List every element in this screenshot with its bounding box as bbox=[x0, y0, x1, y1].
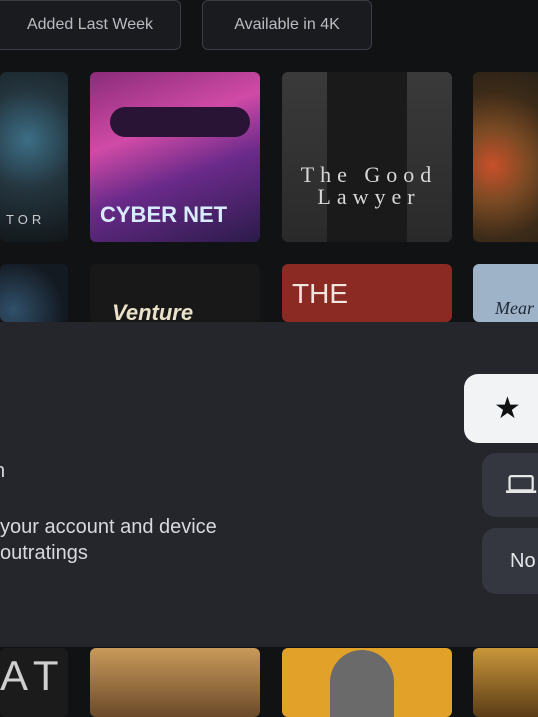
poster-title: CYBER NET bbox=[100, 202, 228, 227]
poster-row3-4[interactable] bbox=[473, 648, 538, 717]
poster-title: Venture bbox=[112, 300, 194, 322]
added-last-week-chip[interactable]: Added Last Week bbox=[0, 0, 181, 50]
description-line-1: your account and device bbox=[0, 516, 217, 538]
poster-venture[interactable]: Venture bbox=[90, 264, 260, 322]
poster-row2-1[interactable] bbox=[0, 264, 68, 322]
not-now-label: No bbox=[510, 549, 536, 572]
poster-title: THE bbox=[292, 278, 348, 309]
poster-title: AT bbox=[0, 652, 67, 699]
devices-icon bbox=[506, 475, 537, 493]
poster-art-face bbox=[330, 650, 394, 717]
poster-the[interactable]: THE bbox=[282, 264, 452, 322]
added-last-week-label: Added Last Week bbox=[26, 16, 153, 33]
poster-the-good-lawyer[interactable]: The Good Lawyer bbox=[282, 72, 452, 242]
poster-title: Mear bbox=[495, 298, 534, 318]
available-in-4k-chip[interactable]: Available in 4K bbox=[202, 0, 372, 50]
panel-title: n bbox=[0, 460, 5, 483]
poster-mear[interactable]: Mear bbox=[473, 264, 538, 322]
not-now-button[interactable]: No bbox=[482, 528, 538, 594]
poster-row3-3[interactable] bbox=[282, 648, 452, 717]
devices-button[interactable] bbox=[482, 453, 538, 517]
poster-painting[interactable] bbox=[473, 72, 538, 242]
poster-title: TOR bbox=[6, 212, 46, 227]
poster-art-glasses bbox=[110, 107, 250, 137]
panel-description: your account and device outratings bbox=[0, 514, 217, 566]
description-line-2: outratings bbox=[0, 542, 88, 564]
poster-cyber-net[interactable]: CYBER NET bbox=[90, 72, 260, 242]
poster-row3-2[interactable] bbox=[90, 648, 260, 717]
poster-art-figure bbox=[327, 72, 407, 242]
poster-tor[interactable]: TOR bbox=[0, 72, 68, 242]
poster-title: The Good Lawyer bbox=[300, 162, 438, 209]
star-icon: ★ bbox=[494, 391, 521, 425]
rate-button[interactable]: ★ bbox=[464, 374, 538, 443]
poster-row3-1[interactable]: AT bbox=[0, 648, 68, 717]
rating-prompt-panel: n bbox=[0, 322, 538, 647]
available-in-4k-label: Available in 4K bbox=[234, 16, 340, 33]
